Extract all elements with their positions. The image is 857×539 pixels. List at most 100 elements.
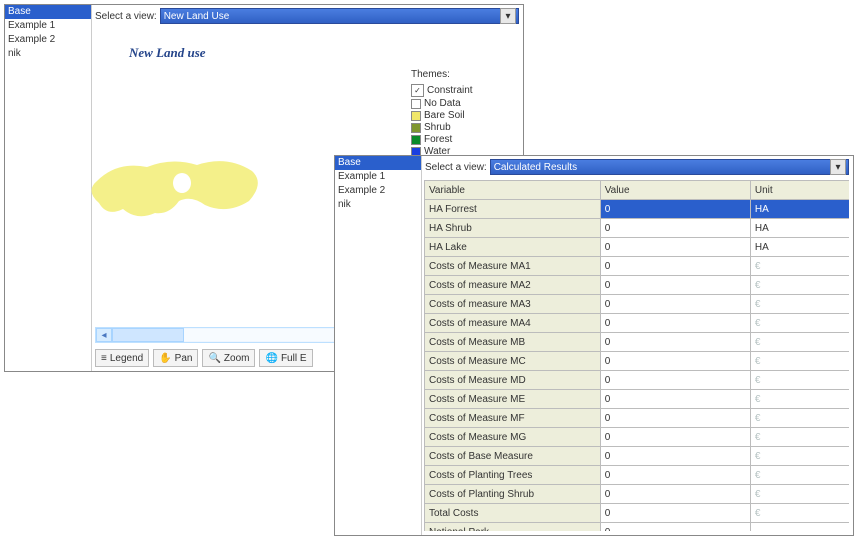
- globe-icon: 🌐: [265, 353, 277, 364]
- sidebar-item[interactable]: Example 1: [335, 170, 421, 184]
- view-select[interactable]: New Land Use ▾: [160, 8, 519, 24]
- zoom-button[interactable]: 🔍Zoom: [202, 349, 255, 367]
- legend-label: Forest: [424, 134, 452, 145]
- table-row[interactable]: Costs of Measure MA10€: [425, 257, 850, 276]
- view-select-value: Calculated Results: [494, 162, 577, 173]
- cell-variable: Costs of Measure ME: [425, 390, 601, 409]
- legend-label: No Data: [424, 98, 461, 109]
- themes-panel: Themes: ✓ Constraint No DataBare SoilShr…: [411, 69, 493, 158]
- col-value[interactable]: Value: [600, 181, 750, 200]
- table-row[interactable]: Costs of measure MA30€: [425, 295, 850, 314]
- legend-button[interactable]: ≡Legend: [95, 349, 149, 367]
- cell-variable: Costs of Base Measure: [425, 447, 601, 466]
- cell-variable: HA Forrest: [425, 200, 601, 219]
- table-row[interactable]: Costs of Planting Shrub0€: [425, 485, 850, 504]
- view-select-value: New Land Use: [164, 11, 230, 22]
- view-select[interactable]: Calculated Results ▾: [490, 159, 849, 175]
- cell-variable: Costs of Measure MA1: [425, 257, 601, 276]
- table-row[interactable]: Costs of measure MA20€: [425, 276, 850, 295]
- cell-unit: €: [750, 485, 849, 504]
- cell-variable: HA Shrub: [425, 219, 601, 238]
- scenario-sidebar: BaseExample 1Example 2nik: [335, 156, 422, 535]
- legend-label: Shrub: [424, 122, 451, 133]
- sidebar-item[interactable]: Base: [5, 5, 91, 19]
- cell-variable: Costs of Measure MB: [425, 333, 601, 352]
- cell-variable: HA Lake: [425, 238, 601, 257]
- cell-unit: €: [750, 409, 849, 428]
- sidebar-item[interactable]: Example 2: [5, 33, 91, 47]
- cell-unit: €: [750, 257, 849, 276]
- legend-item: Bare Soil: [411, 110, 493, 121]
- scroll-left-icon[interactable]: ◂: [96, 328, 112, 342]
- cell-value: 0: [600, 314, 750, 333]
- legend-item: Shrub: [411, 122, 493, 133]
- theme-constraint[interactable]: ✓ Constraint: [411, 84, 493, 97]
- cell-value: 0: [600, 295, 750, 314]
- table-row[interactable]: Costs of Measure MG0€: [425, 428, 850, 447]
- cell-value: 0: [600, 523, 750, 532]
- list-icon: ≡: [101, 353, 107, 364]
- checkbox-icon[interactable]: ✓: [411, 84, 424, 97]
- cell-value: 0: [600, 371, 750, 390]
- cell-unit: €: [750, 447, 849, 466]
- cell-value: 0: [600, 428, 750, 447]
- map-title: New Land use: [129, 45, 206, 61]
- table-row[interactable]: Costs of Measure MC0€: [425, 352, 850, 371]
- sidebar-item[interactable]: Example 2: [335, 184, 421, 198]
- cell-unit: -: [750, 523, 849, 532]
- swatch-icon: [411, 123, 421, 133]
- col-unit[interactable]: Unit: [750, 181, 849, 200]
- cell-unit: HA: [750, 238, 849, 257]
- table-row[interactable]: Costs of Planting Trees0€: [425, 466, 850, 485]
- table-row[interactable]: Costs of Measure MD0€: [425, 371, 850, 390]
- cell-unit: €: [750, 504, 849, 523]
- sidebar-item[interactable]: Base: [335, 156, 421, 170]
- cell-value: 0: [600, 390, 750, 409]
- table-row[interactable]: HA Shrub0HA: [425, 219, 850, 238]
- table-row[interactable]: Costs of Base Measure0€: [425, 447, 850, 466]
- cell-value: 0: [600, 333, 750, 352]
- results-table: Variable Value Unit HA Forrest0HAHA Shru…: [424, 180, 849, 531]
- swatch-icon: [411, 135, 421, 145]
- table-row[interactable]: HA Lake0HA: [425, 238, 850, 257]
- full-extent-button[interactable]: 🌐Full E: [259, 349, 312, 367]
- cell-variable: Costs of measure MA4: [425, 314, 601, 333]
- cell-unit: €: [750, 295, 849, 314]
- table-row[interactable]: Costs of Measure MB0€: [425, 333, 850, 352]
- sidebar-item[interactable]: nik: [335, 198, 421, 212]
- table-row[interactable]: HA Forrest0HA: [425, 200, 850, 219]
- cell-value: 0: [600, 485, 750, 504]
- results-table-wrap: Variable Value Unit HA Forrest0HAHA Shru…: [424, 180, 849, 531]
- map-canvas[interactable]: [77, 131, 277, 251]
- table-row[interactable]: Costs of Measure MF0€: [425, 409, 850, 428]
- cell-unit: HA: [750, 219, 849, 238]
- cell-variable: Costs of Measure MF: [425, 409, 601, 428]
- scroll-thumb[interactable]: [112, 328, 184, 342]
- table-row[interactable]: Costs of measure MA40€: [425, 314, 850, 333]
- cell-value: 0: [600, 352, 750, 371]
- table-row[interactable]: National Park0-: [425, 523, 850, 532]
- table-row[interactable]: Costs of Measure ME0€: [425, 390, 850, 409]
- legend-item: No Data: [411, 98, 493, 109]
- col-variable[interactable]: Variable: [425, 181, 601, 200]
- cell-unit: €: [750, 371, 849, 390]
- map-shape-icon: [77, 131, 277, 251]
- cell-variable: Costs of Planting Shrub: [425, 485, 601, 504]
- cell-value: 0: [600, 447, 750, 466]
- pan-button[interactable]: ✋Pan: [153, 349, 198, 367]
- cell-value: 0: [600, 257, 750, 276]
- cell-variable: Total Costs: [425, 504, 601, 523]
- magnifier-icon: 🔍: [208, 353, 220, 364]
- legend-item: Forest: [411, 134, 493, 145]
- cell-unit: €: [750, 352, 849, 371]
- cell-variable: Costs of measure MA2: [425, 276, 601, 295]
- table-row[interactable]: Total Costs0€: [425, 504, 850, 523]
- sidebar-item[interactable]: nik: [5, 47, 91, 61]
- swatch-icon: [411, 99, 421, 109]
- sidebar-item[interactable]: Example 1: [5, 19, 91, 33]
- select-view-label: Select a view:: [425, 162, 487, 173]
- cell-unit: €: [750, 390, 849, 409]
- chevron-down-icon: ▾: [830, 159, 846, 175]
- table-header-row: Variable Value Unit: [425, 181, 850, 200]
- cell-variable: Costs of Planting Trees: [425, 466, 601, 485]
